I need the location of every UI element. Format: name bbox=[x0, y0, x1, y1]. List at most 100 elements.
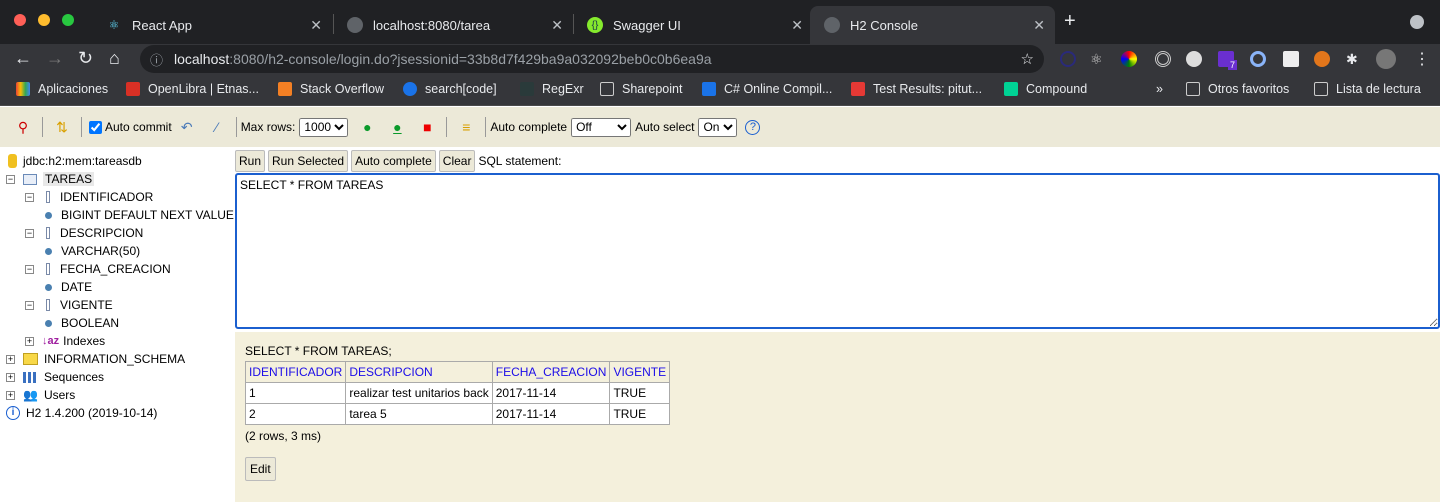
back-icon[interactable]: ← bbox=[14, 48, 32, 69]
close-tab-icon[interactable]: ✕ bbox=[791, 17, 803, 34]
forward-icon[interactable]: → bbox=[46, 48, 64, 69]
minimize-window-button[interactable] bbox=[38, 14, 50, 26]
stackoverflow-icon bbox=[278, 82, 292, 96]
auto-complete-button[interactable]: Auto complete bbox=[351, 150, 436, 172]
run-selected-button[interactable]: Run Selected bbox=[268, 150, 349, 172]
search-extension-icon[interactable] bbox=[1186, 51, 1202, 67]
column-header[interactable]: VIGENTE bbox=[609, 361, 671, 383]
extensions-puzzle-icon[interactable]: ✱ bbox=[1346, 51, 1362, 67]
close-window-button[interactable] bbox=[14, 14, 26, 26]
bookmark-otros-favoritos[interactable]: Otros favoritos bbox=[1186, 82, 1289, 96]
tree-label: Indexes bbox=[63, 334, 106, 348]
tab-react-app[interactable]: ⚛ React App ✕ bbox=[92, 6, 332, 44]
collapse-icon[interactable]: − bbox=[25, 300, 34, 310]
address-bar-row: ← → ↻ ⌂ ⓘ localhost:8080/h2-console/login… bbox=[0, 44, 1440, 74]
users-icon: 👥 bbox=[23, 388, 38, 402]
close-tab-icon[interactable]: ✕ bbox=[310, 17, 322, 34]
tab-localhost-tarea[interactable]: localhost:8080/tarea ✕ bbox=[333, 6, 573, 44]
tree-column[interactable]: − VIGENTE bbox=[25, 296, 113, 314]
bookmark-csharp-compiler[interactable]: C# Online Compil... bbox=[702, 82, 832, 96]
auto-select-select[interactable]: On bbox=[698, 117, 738, 137]
clear-button[interactable]: Clear bbox=[438, 150, 476, 172]
bookmark-sharepoint[interactable]: Sharepoint bbox=[600, 82, 682, 96]
tree-label: FECHA_CREACION bbox=[60, 262, 171, 276]
react-devtools-icon[interactable]: ⚛ bbox=[1090, 51, 1106, 67]
edit-button[interactable]: Edit bbox=[245, 457, 276, 481]
tree-column-type: BIGINT DEFAULT NEXT VALUE bbox=[45, 206, 234, 224]
bookmark-label: Aplicaciones bbox=[38, 82, 109, 96]
reload-icon[interactable]: ↻ bbox=[78, 48, 93, 69]
tree-column[interactable]: − IDENTIFICADOR bbox=[25, 188, 153, 206]
tree-indexes[interactable]: + ↓az Indexes bbox=[25, 332, 105, 350]
tab-swagger-ui[interactable]: {} Swagger UI ✕ bbox=[573, 6, 813, 44]
collapse-icon[interactable]: − bbox=[25, 192, 34, 202]
extension-target-icon[interactable] bbox=[1155, 51, 1171, 67]
tree-column[interactable]: − FECHA_CREACION bbox=[25, 260, 171, 278]
unlock-icon bbox=[851, 82, 865, 96]
rollback-icon[interactable]: ↶ bbox=[178, 118, 196, 136]
tab-h2-console[interactable]: H2 Console ✕ bbox=[810, 6, 1055, 44]
url-input[interactable]: ⓘ localhost:8080/h2-console/login.do?jses… bbox=[140, 45, 1044, 73]
auto-commit-checkbox[interactable] bbox=[89, 120, 102, 134]
expand-icon[interactable]: + bbox=[6, 354, 15, 364]
tree-column[interactable]: − DESCRIPCION bbox=[25, 224, 143, 242]
tree-table-tareas[interactable]: − TAREAS bbox=[6, 170, 95, 188]
sql-editor[interactable]: SELECT * FROM TAREAS bbox=[235, 173, 1440, 329]
extension-icon[interactable] bbox=[1060, 51, 1076, 67]
refresh-icon[interactable]: ⇅ bbox=[53, 118, 71, 136]
bookmark-star-icon[interactable]: ☆ bbox=[1021, 50, 1034, 68]
close-tab-icon[interactable]: ✕ bbox=[1033, 17, 1045, 34]
folder-icon bbox=[600, 82, 614, 96]
column-header[interactable]: DESCRIPCION bbox=[345, 361, 493, 383]
tree-label: H2 1.4.200 (2019-10-14) bbox=[26, 406, 158, 420]
close-tab-icon[interactable]: ✕ bbox=[551, 17, 563, 34]
stop-icon[interactable]: ■ bbox=[418, 118, 436, 136]
home-icon[interactable]: ⌂ bbox=[109, 48, 120, 69]
bookmark-search-code[interactable]: search[code] bbox=[403, 82, 497, 96]
reading-list[interactable]: Lista de lectura bbox=[1314, 82, 1421, 96]
tree-information-schema[interactable]: + INFORMATION_SCHEMA bbox=[6, 350, 185, 368]
bookmark-aplicaciones[interactable]: Aplicaciones bbox=[16, 82, 108, 96]
menu-dots-icon[interactable]: ⋮ bbox=[1414, 49, 1430, 69]
bookmark-openlibra[interactable]: OpenLibra | Etnas... bbox=[126, 82, 259, 96]
tree-connection[interactable]: jdbc:h2:mem:tareasdb bbox=[8, 152, 142, 170]
run-button[interactable]: Run bbox=[235, 150, 266, 172]
max-rows-select[interactable]: 1000 bbox=[299, 117, 349, 137]
tree-sequences[interactable]: + Sequences bbox=[6, 368, 104, 386]
new-tab-button[interactable]: + bbox=[1064, 10, 1076, 33]
color-picker-icon[interactable] bbox=[1121, 51, 1137, 67]
tree-users[interactable]: + 👥 Users bbox=[6, 386, 75, 404]
bookmark-label: C# Online Compil... bbox=[724, 82, 833, 96]
column-icon bbox=[46, 299, 50, 311]
run-selected-icon[interactable]: ● bbox=[388, 118, 406, 136]
collapse-icon[interactable]: − bbox=[25, 264, 34, 274]
history-icon[interactable]: ≡ bbox=[457, 118, 475, 136]
extension-ring-icon[interactable] bbox=[1250, 51, 1266, 67]
metamask-icon[interactable] bbox=[1314, 51, 1330, 67]
more-bookmarks-icon[interactable]: » bbox=[1156, 82, 1163, 96]
column-header[interactable]: FECHA_CREACION bbox=[491, 361, 611, 383]
bookmark-compound[interactable]: Compound bbox=[1004, 82, 1087, 96]
help-icon[interactable]: ? bbox=[745, 119, 761, 135]
commit-icon[interactable]: ⁄ bbox=[208, 118, 226, 136]
bookmark-label: RegExr bbox=[542, 82, 584, 96]
result-query: SELECT * FROM TAREAS; bbox=[245, 344, 392, 358]
collapse-icon[interactable]: − bbox=[25, 228, 34, 238]
tab-search-icon[interactable] bbox=[1410, 15, 1424, 29]
expand-icon[interactable]: + bbox=[25, 336, 34, 346]
collapse-icon[interactable]: − bbox=[6, 174, 15, 184]
extension-note-icon[interactable] bbox=[1283, 51, 1299, 67]
run-icon[interactable]: ● bbox=[358, 118, 376, 136]
bookmark-regexr[interactable]: RegExr bbox=[520, 82, 584, 96]
expand-icon[interactable]: + bbox=[6, 390, 15, 400]
column-header[interactable]: IDENTIFICADOR bbox=[244, 361, 347, 383]
expand-icon[interactable]: + bbox=[6, 372, 15, 382]
maximize-window-button[interactable] bbox=[62, 14, 74, 26]
disconnect-icon[interactable]: ⚲ bbox=[14, 118, 32, 136]
auto-complete-select[interactable]: Off bbox=[571, 117, 632, 137]
table-icon bbox=[23, 173, 37, 185]
bookmark-test-results[interactable]: Test Results: pitut... bbox=[851, 82, 982, 96]
bookmark-stack-overflow[interactable]: Stack Overflow bbox=[278, 82, 384, 96]
avatar[interactable] bbox=[1376, 49, 1396, 69]
tab-label: H2 Console bbox=[850, 17, 918, 33]
